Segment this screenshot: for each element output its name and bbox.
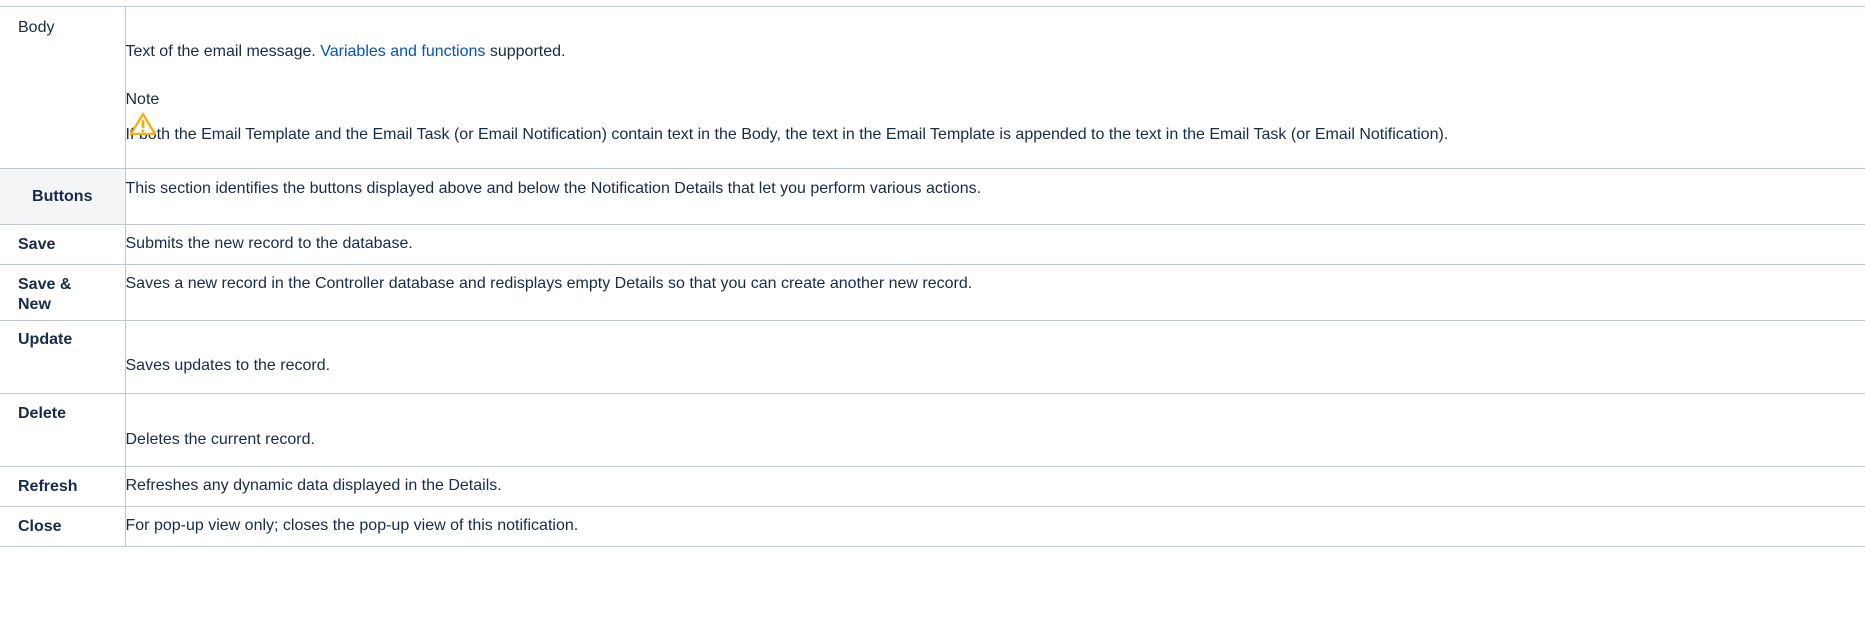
section-header-buttons: Buttons (32, 187, 93, 205)
body-description-suffix: supported. (485, 43, 566, 60)
field-description-table: Body Text of the email message. Variable… (0, 6, 1865, 547)
description-cell: Text of the email message. Variables and… (124, 6, 1865, 169)
save-and-new-description: Saves a new record in the Controller dat… (125, 275, 973, 292)
label-cell: Refresh (0, 466, 126, 507)
description-cell: Saves updates to the record. (124, 320, 1865, 394)
buttons-section-description: This section identifies the buttons disp… (125, 180, 982, 197)
description-cell: This section identifies the buttons disp… (124, 168, 1865, 225)
body-description-prefix: Text of the email message. (125, 43, 321, 60)
field-label-update: Update (18, 331, 73, 348)
field-label-refresh: Refresh (18, 478, 78, 495)
delete-description: Deletes the current record. (125, 431, 315, 448)
warning-icon (129, 113, 156, 135)
table-row-save: Save Submits the new record to the datab… (0, 224, 1865, 265)
table-row-body: Body Text of the email message. Variable… (0, 6, 1865, 169)
variables-and-functions-link[interactable]: Variables and functions (320, 43, 485, 60)
label-cell: Save (0, 224, 126, 265)
field-label-save-and-new: Save & New (18, 276, 72, 313)
table-row-close: Close For pop-up view only; closes the p… (0, 506, 1865, 547)
description-cell: For pop-up view only; closes the pop-up … (124, 506, 1865, 547)
table-row-section-buttons: Buttons This section identifies the butt… (0, 168, 1865, 225)
note-text: If both the Email Template and the Email… (125, 126, 1449, 143)
update-description: Saves updates to the record. (125, 357, 331, 374)
save-description: Submits the new record to the database. (125, 235, 413, 252)
table-row-refresh: Refresh Refreshes any dynamic data displ… (0, 466, 1865, 507)
body-description: Text of the email message. Variables and… (126, 43, 566, 61)
section-header-cell: Buttons (0, 168, 126, 225)
table-row-update: Update Saves updates to the record. (0, 320, 1865, 394)
field-label-body: Body (18, 19, 55, 36)
label-cell: Delete (0, 393, 126, 467)
description-cell: Deletes the current record. (124, 393, 1865, 467)
field-label-save: Save (18, 236, 56, 253)
table-row-delete: Delete Deletes the current record. (0, 393, 1865, 467)
label-cell: Body (0, 6, 126, 169)
description-cell: Saves a new record in the Controller dat… (124, 264, 1865, 321)
field-label-close: Close (18, 518, 62, 535)
refresh-description: Refreshes any dynamic data displayed in … (125, 477, 502, 494)
label-cell: Update (0, 320, 126, 394)
close-description: For pop-up view only; closes the pop-up … (125, 517, 579, 534)
note-panel: Note If both the Email Template and the … (126, 91, 1846, 144)
field-label-delete: Delete (18, 405, 67, 422)
label-cell: Save & New (0, 264, 126, 321)
table-row-save-and-new: Save & New Saves a new record in the Con… (0, 264, 1865, 321)
description-cell: Submits the new record to the database. (124, 224, 1865, 265)
label-cell: Close (0, 506, 126, 547)
description-cell: Refreshes any dynamic data displayed in … (124, 466, 1865, 507)
note-title: Note (125, 91, 160, 108)
